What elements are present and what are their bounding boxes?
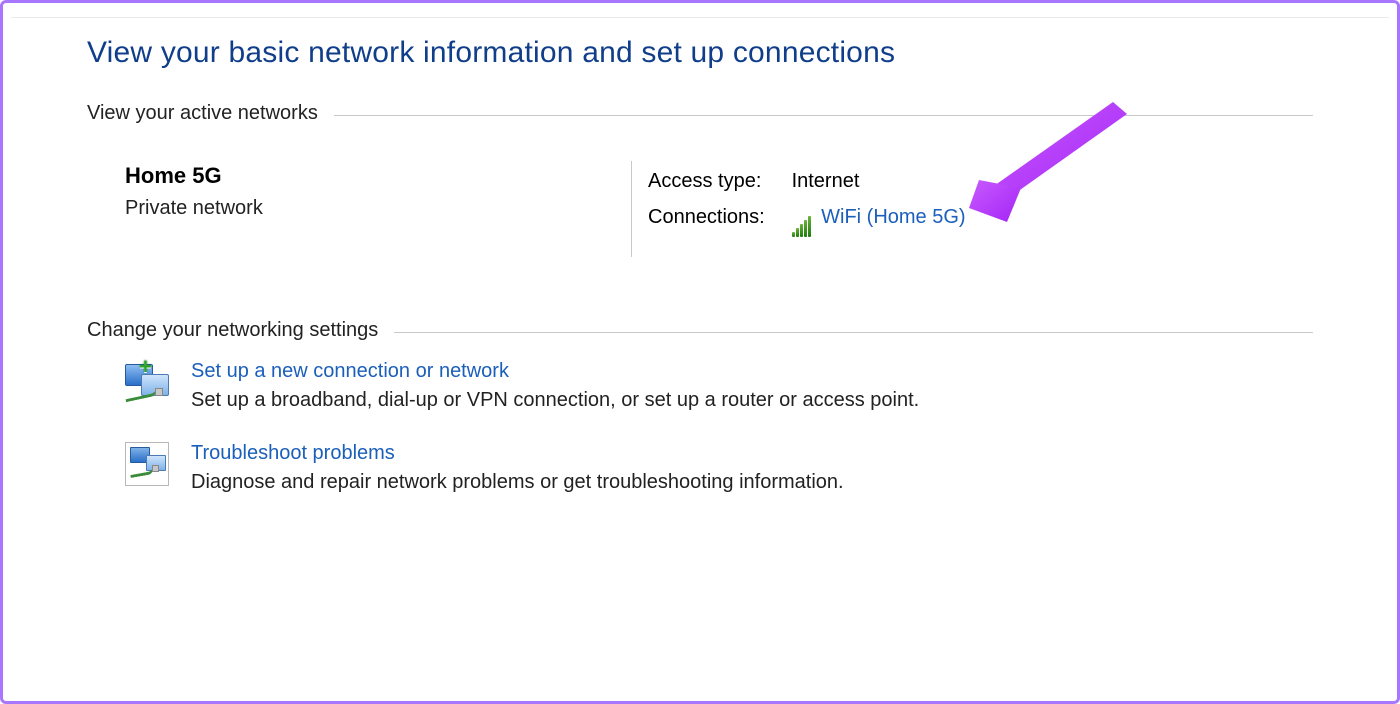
heading-rule — [334, 115, 1313, 116]
setup-network-icon: + — [125, 360, 169, 404]
setup-network-desc: Set up a broadband, dial-up or VPN conne… — [191, 389, 919, 412]
page-title: View your basic network information and … — [87, 36, 1313, 70]
heading-rule — [394, 332, 1313, 333]
troubleshoot-icon — [125, 442, 169, 486]
connections-label: Connections: — [648, 199, 786, 235]
access-type-row: Access type: Internet — [648, 163, 966, 199]
active-networks-heading-label: View your active networks — [87, 102, 334, 125]
vertical-divider — [631, 161, 632, 257]
wifi-connection-link[interactable]: WiFi (Home 5G) — [821, 206, 965, 228]
wifi-signal-icon — [792, 201, 812, 237]
option-setup-network[interactable]: + Set up a new connection or network Set… — [125, 360, 1313, 412]
access-type-value: Internet — [792, 170, 860, 192]
option-troubleshoot[interactable]: Troubleshoot problems Diagnose and repai… — [125, 442, 1313, 494]
top-divider — [11, 3, 1389, 18]
change-settings-heading: Change your networking settings — [87, 319, 1313, 342]
active-network-right: Access type: Internet Connections: WiFi … — [648, 161, 966, 257]
setup-network-link[interactable]: Set up a new connection or network — [191, 360, 919, 383]
active-network-left: Home 5G Private network — [125, 161, 631, 257]
access-type-label: Access type: — [648, 163, 786, 199]
connections-row: Connections: WiFi (Home 5G) — [648, 199, 966, 237]
active-networks-heading: View your active networks — [87, 102, 1313, 125]
troubleshoot-desc: Diagnose and repair network problems or … — [191, 471, 844, 494]
change-settings-heading-label: Change your networking settings — [87, 319, 394, 342]
network-name: Home 5G — [125, 163, 631, 189]
troubleshoot-link[interactable]: Troubleshoot problems — [191, 442, 844, 465]
network-category: Private network — [125, 197, 631, 220]
active-network-row: Home 5G Private network Access type: Int… — [125, 161, 1313, 257]
